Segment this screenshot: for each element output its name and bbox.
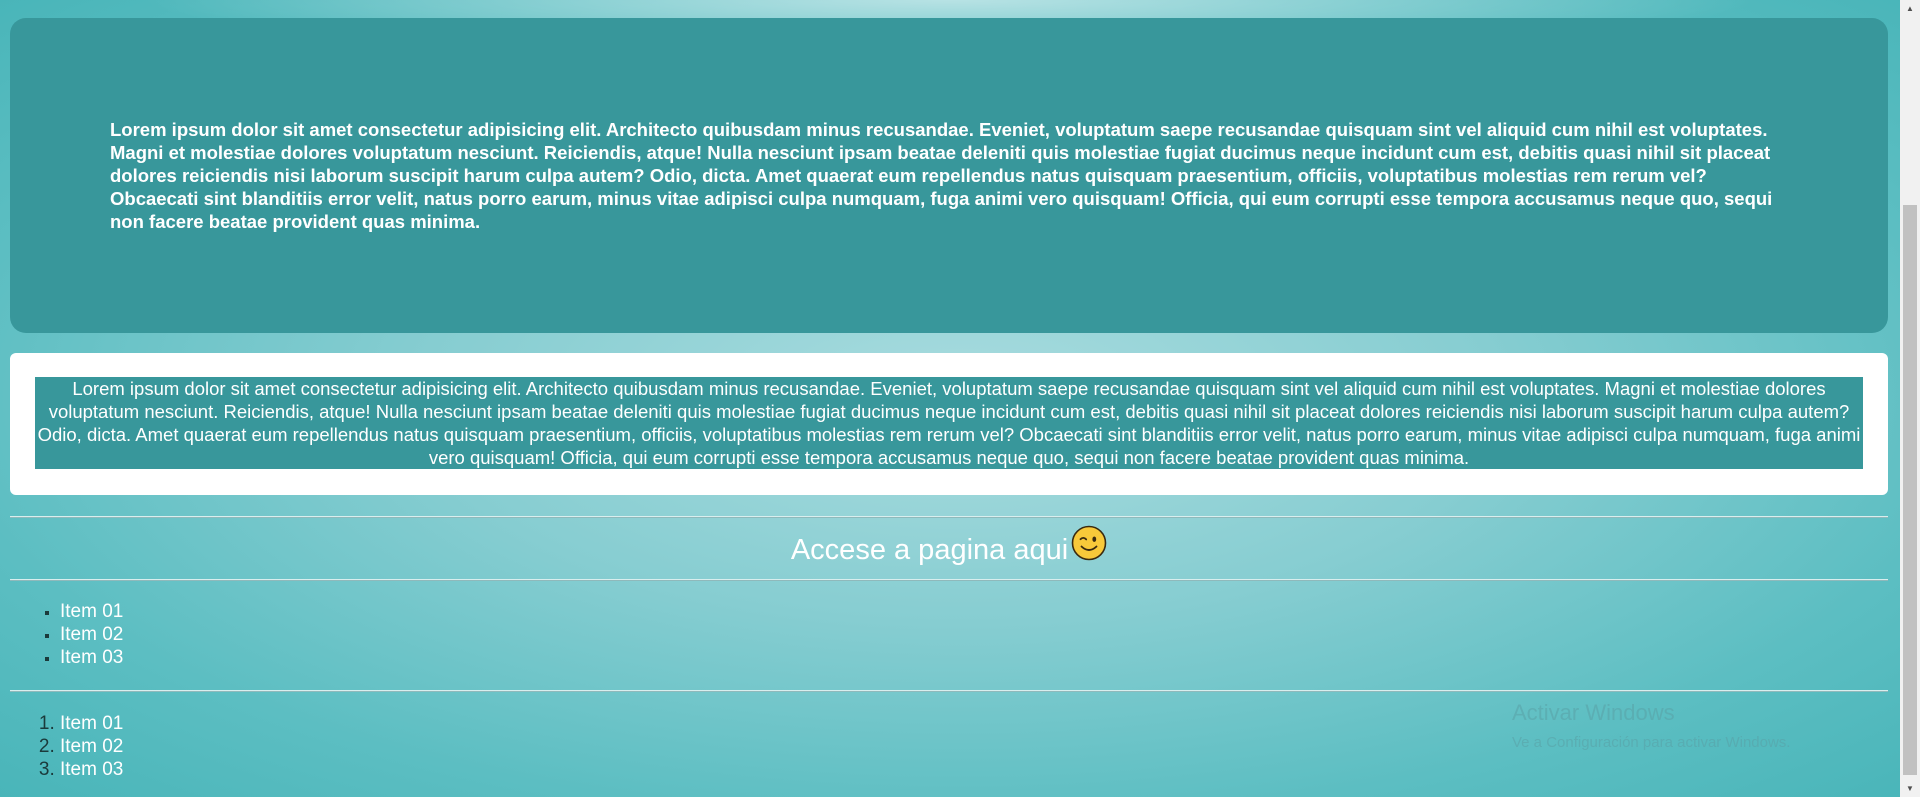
list-item: Item 01 bbox=[60, 712, 123, 735]
page-link-label[interactable]: Accese a pagina aqui bbox=[791, 534, 1068, 566]
list-item: Item 01 bbox=[60, 600, 123, 623]
page: Lorem ipsum dolor sit amet consectetur a… bbox=[0, 0, 1900, 797]
scroll-down-arrow-icon[interactable]: ▼ bbox=[1900, 780, 1920, 797]
list-item: Item 02 bbox=[60, 623, 123, 646]
content-panel-top: Lorem ipsum dolor sit amet consectetur a… bbox=[10, 18, 1888, 333]
ordered-list: Item 01 Item 02 Item 03 bbox=[0, 712, 123, 781]
divider bbox=[10, 516, 1888, 518]
vertical-scrollbar[interactable]: ▲ ▼ bbox=[1900, 0, 1920, 797]
divider bbox=[10, 690, 1888, 692]
watermark-title: Activar Windows bbox=[1512, 700, 1675, 725]
list-item: Item 03 bbox=[60, 758, 123, 781]
windows-activation-watermark: Activar Windows Ve a Configuración para … bbox=[1512, 700, 1790, 754]
content-panel-middle: Lorem ipsum dolor sit amet consectetur a… bbox=[10, 353, 1888, 495]
winking-face-icon bbox=[1071, 525, 1107, 572]
divider bbox=[10, 579, 1888, 581]
page-link-heading[interactable]: Accese a pagina aqui bbox=[10, 525, 1888, 572]
watermark-subtitle: Ve a Configuración para activar Windows. bbox=[1512, 734, 1791, 751]
list-item: Item 02 bbox=[60, 735, 123, 758]
panel-paragraph-highlighted: Lorem ipsum dolor sit amet consectetur a… bbox=[35, 377, 1863, 469]
panel-paragraph-bold: Lorem ipsum dolor sit amet consectetur a… bbox=[110, 119, 1773, 232]
scrollbar-thumb[interactable] bbox=[1903, 205, 1917, 775]
list-item: Item 03 bbox=[60, 646, 123, 669]
scroll-up-arrow-icon[interactable]: ▲ bbox=[1900, 0, 1920, 17]
unordered-list: Item 01 Item 02 Item 03 bbox=[0, 600, 123, 669]
